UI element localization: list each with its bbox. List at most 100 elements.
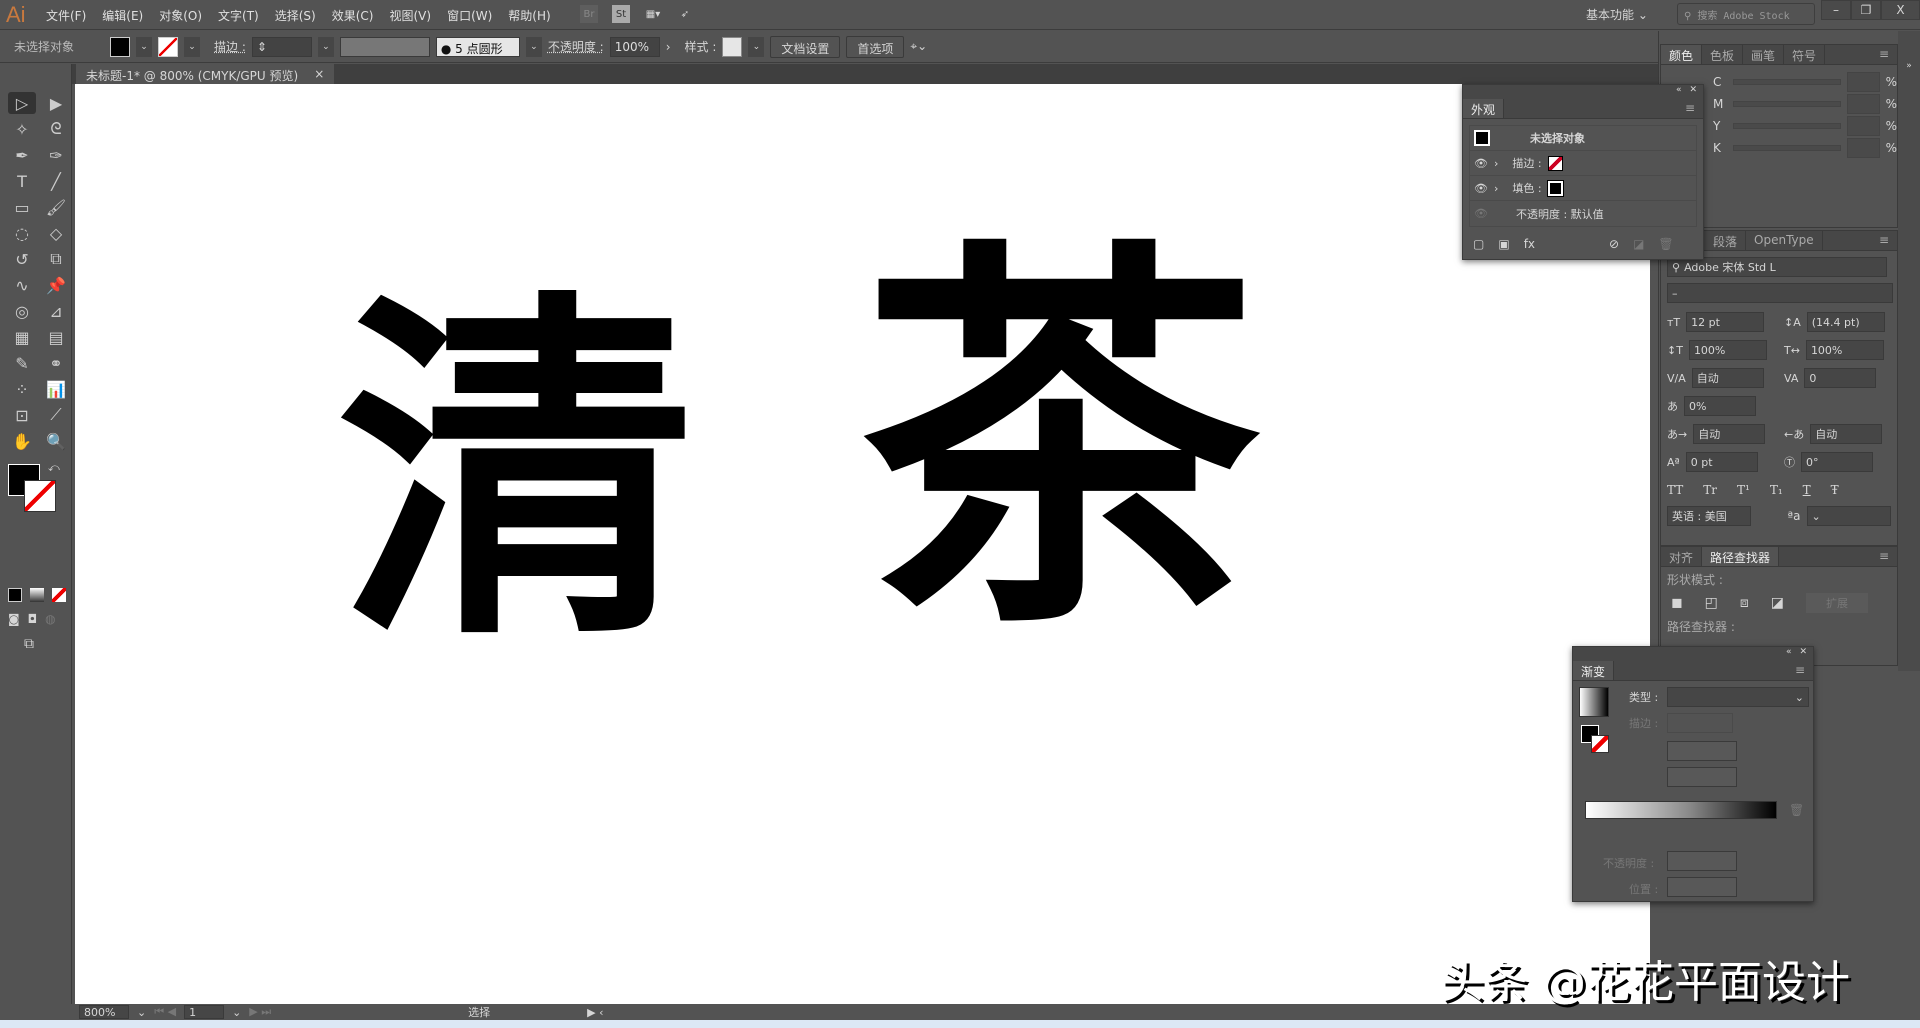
- zoom-level-input[interactable]: 800%: [79, 1005, 129, 1019]
- warp-tool-icon[interactable]: ∿: [8, 274, 36, 296]
- fill-dropdown[interactable]: ⌄: [136, 36, 152, 57]
- menu-edit[interactable]: 编辑(E): [102, 7, 143, 24]
- tab-opentype[interactable]: OpenType: [1746, 231, 1823, 250]
- anti-aliasing-select[interactable]: ⌄: [1806, 506, 1891, 526]
- draw-normal-icon[interactable]: ◙: [8, 612, 20, 626]
- all-caps-button[interactable]: TT: [1667, 483, 1683, 497]
- collapse-icon[interactable]: «: [1676, 85, 1682, 99]
- c-input[interactable]: [1846, 72, 1880, 92]
- tsume-input[interactable]: 0%: [1684, 396, 1756, 416]
- gradient-slider[interactable]: [1585, 801, 1777, 819]
- kerning-input[interactable]: 自动: [1691, 368, 1764, 388]
- panel-menu-icon[interactable]: ≡: [1787, 661, 1813, 680]
- rectangle-tool-icon[interactable]: ▭: [8, 196, 36, 218]
- delete-stop-icon[interactable]: 🗑: [1789, 803, 1804, 817]
- stroke-color-box[interactable]: [24, 480, 56, 512]
- symbol-sprayer-tool-icon[interactable]: ⁘: [8, 378, 36, 400]
- gradient-stroke-box[interactable]: [1591, 735, 1609, 753]
- close-tab-icon[interactable]: ×: [314, 67, 324, 81]
- status-menu-arrow[interactable]: ▶ ‹: [587, 1006, 603, 1019]
- menu-select[interactable]: 选择(S): [275, 7, 316, 24]
- tab-symbols[interactable]: 符号: [1784, 45, 1826, 64]
- last-artboard-icon[interactable]: ▶ ⏭: [249, 1005, 271, 1019]
- scale-tool-icon[interactable]: ⧉: [42, 248, 70, 270]
- tab-swatches[interactable]: 色板: [1702, 45, 1744, 64]
- hand-tool-icon[interactable]: ✋: [8, 430, 36, 452]
- clear-appearance-icon[interactable]: ⊘: [1609, 237, 1619, 251]
- minimize-button[interactable]: –: [1821, 0, 1851, 20]
- visibility-eye-icon[interactable]: 👁: [1474, 182, 1488, 195]
- collapse-icon[interactable]: «: [1786, 647, 1792, 661]
- menu-window[interactable]: 窗口(W): [447, 7, 492, 24]
- mesh-tool-icon[interactable]: ▦: [8, 326, 36, 348]
- artwork-glyph-qing[interactable]: 清: [337, 294, 697, 654]
- draw-behind-icon[interactable]: ◘: [28, 612, 38, 626]
- stop-opacity-input[interactable]: [1667, 851, 1737, 871]
- unite-icon[interactable]: ◼: [1671, 595, 1683, 611]
- variable-width-profile[interactable]: [339, 36, 430, 57]
- menu-type[interactable]: 文字(T): [218, 7, 259, 24]
- font-size-input[interactable]: 12 pt: [1686, 312, 1765, 332]
- font-style-select[interactable]: –: [1667, 283, 1893, 303]
- fill-swatch[interactable]: [1546, 179, 1564, 197]
- stop-location-input[interactable]: [1667, 877, 1737, 897]
- line-tool-icon[interactable]: ╱: [42, 170, 70, 192]
- brush-dropdown[interactable]: ⌄: [525, 36, 542, 57]
- panel-menu-icon[interactable]: ≡: [1871, 547, 1897, 566]
- language-select[interactable]: 英语 : 美国: [1667, 506, 1752, 526]
- underline-button[interactable]: T: [1803, 483, 1811, 497]
- intersect-icon[interactable]: ⧈: [1740, 595, 1749, 611]
- first-artboard-icon[interactable]: ⏮ ◀: [154, 1005, 176, 1019]
- stroke-gradient-buttons[interactable]: [1667, 713, 1733, 733]
- k-input[interactable]: [1846, 138, 1880, 158]
- swap-colors-icon[interactable]: ⤺: [48, 461, 60, 475]
- angle-input[interactable]: [1667, 741, 1737, 761]
- stroke-dropdown[interactable]: ⌄: [184, 36, 200, 57]
- zoom-dropdown[interactable]: ⌄: [137, 1006, 146, 1019]
- stroke-row[interactable]: 👁 › 描边 :: [1470, 151, 1696, 176]
- aki-left-select[interactable]: 自动: [1693, 424, 1766, 444]
- close-panel-icon[interactable]: ✕: [1689, 85, 1697, 99]
- tab-paragraph[interactable]: 段落: [1705, 231, 1747, 250]
- superscript-button[interactable]: T¹: [1737, 483, 1750, 497]
- leading-input[interactable]: (14.4 pt): [1806, 312, 1885, 332]
- add-stroke-icon[interactable]: ▢: [1473, 237, 1484, 251]
- vertical-scale-input[interactable]: 100%: [1688, 340, 1767, 360]
- font-family-select[interactable]: ⚲ Adobe 宋体 Std L: [1667, 257, 1887, 277]
- menu-effect[interactable]: 效果(C): [332, 7, 374, 24]
- stock-search-input[interactable]: ⚲ 搜索 Adobe Stock: [1677, 3, 1815, 25]
- slice-tool-icon[interactable]: ⟋: [42, 404, 70, 426]
- close-panel-icon[interactable]: ✕: [1799, 647, 1807, 661]
- menu-help[interactable]: 帮助(H): [508, 7, 550, 24]
- y-input[interactable]: [1846, 116, 1880, 136]
- fill-swatch[interactable]: [110, 36, 130, 57]
- menu-file[interactable]: 文件(F): [46, 7, 86, 24]
- preferences-button[interactable]: 首选项: [846, 35, 905, 58]
- fx-icon[interactable]: fx: [1524, 237, 1535, 251]
- gradient-type-select[interactable]: ⌄: [1667, 687, 1809, 707]
- add-fill-icon[interactable]: ▣: [1498, 237, 1509, 251]
- opacity-arrow[interactable]: ›: [666, 40, 671, 54]
- shape-builder-tool-icon[interactable]: ◎: [8, 300, 36, 322]
- pen-tool-icon[interactable]: ✒: [8, 144, 36, 166]
- artboard-dropdown[interactable]: ⌄: [232, 1006, 241, 1019]
- delete-item-icon[interactable]: 🗑: [1658, 237, 1673, 251]
- opacity-row[interactable]: 👁 不透明度 : 默认值: [1470, 201, 1696, 226]
- baseline-shift-input[interactable]: 0 pt: [1685, 452, 1758, 472]
- visibility-eye-icon[interactable]: 👁: [1474, 157, 1488, 170]
- gradient-mode-icon[interactable]: [30, 588, 44, 602]
- m-slider[interactable]: [1732, 101, 1841, 107]
- type-tool-icon[interactable]: T: [8, 170, 36, 192]
- tab-brushes[interactable]: 画笔: [1743, 45, 1785, 64]
- expand-button[interactable]: 扩展: [1806, 593, 1868, 613]
- fill-row[interactable]: 👁 › 填色 :: [1470, 176, 1696, 201]
- restore-button[interactable]: ❐: [1851, 0, 1881, 20]
- expand-chevron-icon[interactable]: ›: [1494, 157, 1498, 170]
- screen-mode-icon[interactable]: ⧉: [24, 636, 34, 652]
- panel-menu-icon[interactable]: ≡: [1871, 45, 1897, 64]
- character-rotation-input[interactable]: 0°: [1801, 452, 1873, 472]
- tab-align[interactable]: 对齐: [1661, 547, 1703, 566]
- aki-right-select[interactable]: 自动: [1810, 424, 1883, 444]
- tab-appearance[interactable]: 外观: [1463, 99, 1505, 118]
- workspace-switcher[interactable]: 基本功能 ⌄: [1586, 6, 1648, 23]
